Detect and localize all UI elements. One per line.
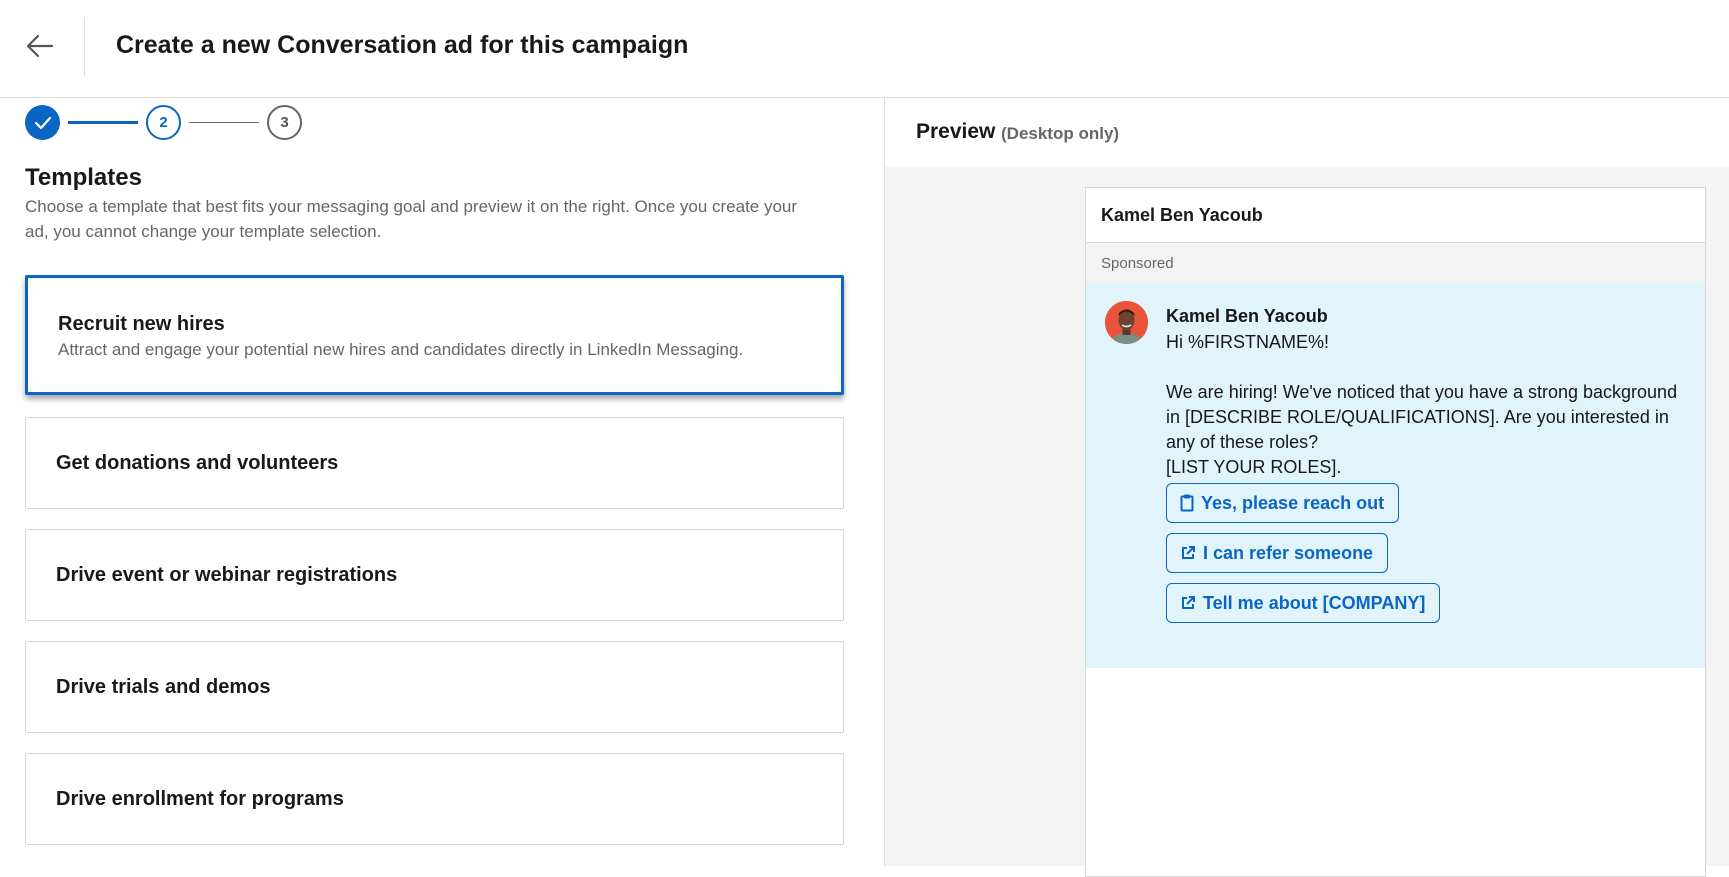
conversation-name: Kamel Ben Yacoub [1101,205,1263,225]
message-line [1166,355,1686,380]
step-connector-upcoming [189,122,259,123]
person-avatar-icon [1105,301,1148,344]
template-event-registrations[interactable]: Drive event or webinar registrations [25,529,844,621]
arrow-left-icon [26,34,54,58]
top-header: Create a new Conversation ad for this ca… [0,0,1729,98]
step-1-completed [25,105,60,140]
stepper: 2 3 [25,105,325,141]
preview-pane: Preview (Desktop only) Kamel Ben Yacoub … [884,98,1729,877]
template-trials-demos[interactable]: Drive trials and demos [25,641,844,733]
external-link-icon [1182,546,1195,559]
template-recruit-new-hires[interactable]: Recruit new hires Attract and engage you… [25,275,844,395]
step-3-upcoming: 3 [267,105,302,140]
message-line: [LIST YOUR ROLES]. [1166,457,1342,477]
message-line: We are hiring! We've noticed that you ha… [1166,382,1678,452]
step-connector-completed [68,121,138,124]
back-button[interactable] [14,22,66,70]
template-description: Attract and engage your potential new hi… [58,340,744,359]
avatar [1105,301,1148,344]
page-title: Create a new Conversation ad for this ca… [116,31,689,59]
sponsored-bar: Sponsored [1086,243,1705,283]
header-divider [84,18,85,76]
message-preview-card: Kamel Ben Yacoub Sponsored Kamel Ben Yac… [1085,187,1706,877]
sponsored-label: Sponsored [1101,255,1174,272]
step-2-current: 2 [146,105,181,140]
preview-title: Preview [916,120,996,143]
templates-description: Choose a template that best fits your me… [25,197,798,241]
template-title: Drive trials and demos [56,676,271,698]
template-title: Drive event or webinar registrations [56,564,398,586]
cta-label: Tell me about [COMPANY] [1203,592,1426,613]
cta-refer-someone-button[interactable]: I can refer someone [1166,533,1389,573]
clipboard-icon [1180,494,1194,512]
checkmark-icon [34,116,51,129]
templates-heading: Templates [25,164,142,191]
message-line: Hi %FIRSTNAME%! [1166,332,1330,352]
template-enrollment-programs[interactable]: Drive enrollment for programs [25,753,844,845]
template-donations-volunteers[interactable]: Get donations and volunteers [25,417,844,509]
message-body: Kamel Ben Yacoub Hi %FIRSTNAME%! We are … [1086,283,1705,668]
cta-label: I can refer someone [1203,542,1374,563]
cta-label: Yes, please reach out [1201,492,1385,513]
external-link-icon [1182,596,1195,609]
cta-yes-reach-out-button[interactable]: Yes, please reach out [1166,483,1400,523]
sender-name: Kamel Ben Yacoub [1166,306,1328,326]
template-title: Recruit new hires [58,313,225,335]
template-title: Drive enrollment for programs [56,788,344,810]
message-card-header: Kamel Ben Yacoub [1086,188,1705,243]
cta-tell-me-about-company-button[interactable]: Tell me about [COMPANY] [1166,583,1441,623]
template-selection-pane: 2 3 Templates Choose a template that bes… [0,98,884,866]
message-text: Hi %FIRSTNAME%! We are hiring! We've not… [1166,330,1686,480]
template-title: Get donations and volunteers [56,452,339,474]
preview-header: Preview (Desktop only) [885,98,1729,167]
preview-subtitle: (Desktop only) [1001,124,1120,143]
